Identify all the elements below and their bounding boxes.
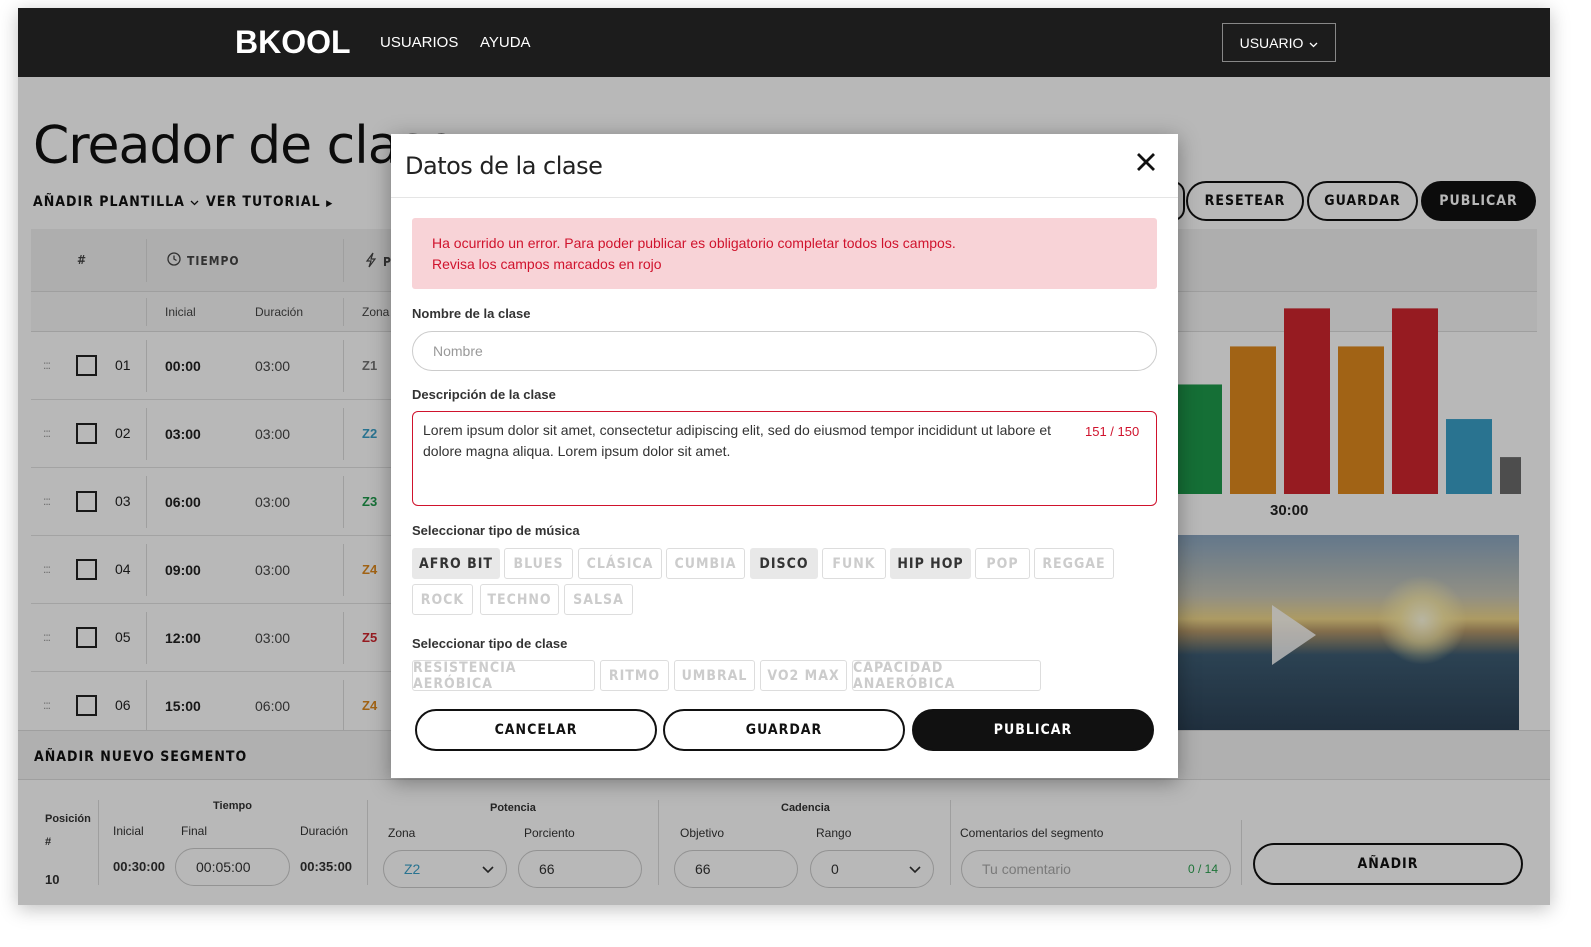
divider xyxy=(391,197,1178,198)
modal-title: Datos de la clase xyxy=(405,152,603,180)
tag-cl-sica[interactable]: CLÁSICA xyxy=(578,548,662,579)
error-alert: Ha ocurrido un error. Para poder publica… xyxy=(412,218,1157,289)
class-data-modal: Datos de la clase Ha ocurrido un error. … xyxy=(391,134,1178,778)
tag-blues[interactable]: BLUES xyxy=(504,548,573,579)
music-label: Seleccionar tipo de música xyxy=(412,523,580,538)
user-menu-label: USUARIO xyxy=(1239,34,1304,51)
tag-disco[interactable]: DISCO xyxy=(750,548,818,579)
tag-afro-bit[interactable]: AFRO BIT xyxy=(412,548,500,579)
modal-save-button[interactable]: GUARDAR xyxy=(663,709,905,751)
class-name-input[interactable]: Nombre xyxy=(412,331,1157,371)
user-menu-button[interactable]: USUARIO xyxy=(1222,23,1336,62)
app-window: BKOOL USUARIOS AYUDA USUARIO Creador de … xyxy=(18,8,1550,905)
tag-techno[interactable]: TECHNO xyxy=(480,584,559,615)
tag-ritmo[interactable]: RITMO xyxy=(600,660,669,691)
error-message: Ha ocurrido un error. Para poder publica… xyxy=(432,235,956,251)
tag-pop[interactable]: POP xyxy=(975,548,1030,579)
close-icon[interactable] xyxy=(1136,146,1156,180)
modal-publish-button[interactable]: PUBLICAR xyxy=(912,709,1154,751)
description-text: Lorem ipsum dolor sit amet, consectetur … xyxy=(423,422,1051,459)
description-counter: 151 / 150 xyxy=(1081,424,1144,439)
tag-vo2-max[interactable]: VO2 MAX xyxy=(760,660,847,691)
tag-reggae[interactable]: REGGAE xyxy=(1034,548,1114,579)
cancel-button[interactable]: CANCELAR xyxy=(415,709,657,751)
description-textarea[interactable]: Lorem ipsum dolor sit amet, consectetur … xyxy=(412,411,1157,506)
error-hint: Revisa los campos marcados en rojo xyxy=(432,256,662,272)
chevron-down-icon xyxy=(1309,35,1318,51)
tag-hip-hop[interactable]: HIP HOP xyxy=(890,548,971,579)
tag-rock[interactable]: ROCK xyxy=(412,584,473,615)
tag-cumbia[interactable]: CUMBIA xyxy=(666,548,745,579)
bkool-logo[interactable]: BKOOL xyxy=(235,24,351,61)
nav-ayuda[interactable]: AYUDA xyxy=(480,34,531,51)
nav-usuarios[interactable]: USUARIOS xyxy=(380,34,458,51)
tag-funk[interactable]: FUNK xyxy=(822,548,886,579)
tag-umbral[interactable]: UMBRAL xyxy=(674,660,755,691)
class-type-label: Seleccionar tipo de clase xyxy=(412,636,568,651)
tag-capacidad-anaer-bica[interactable]: CAPACIDAD ANAERÓBICA xyxy=(852,660,1041,692)
name-label: Nombre de la clase xyxy=(412,306,531,321)
top-navbar: BKOOL USUARIOS AYUDA USUARIO xyxy=(18,8,1550,77)
description-label: Descripción de la clase xyxy=(412,387,556,402)
tag-resistencia-aer-bica[interactable]: RESISTENCIA AERÓBICA xyxy=(412,660,595,692)
tag-salsa[interactable]: SALSA xyxy=(564,584,633,615)
